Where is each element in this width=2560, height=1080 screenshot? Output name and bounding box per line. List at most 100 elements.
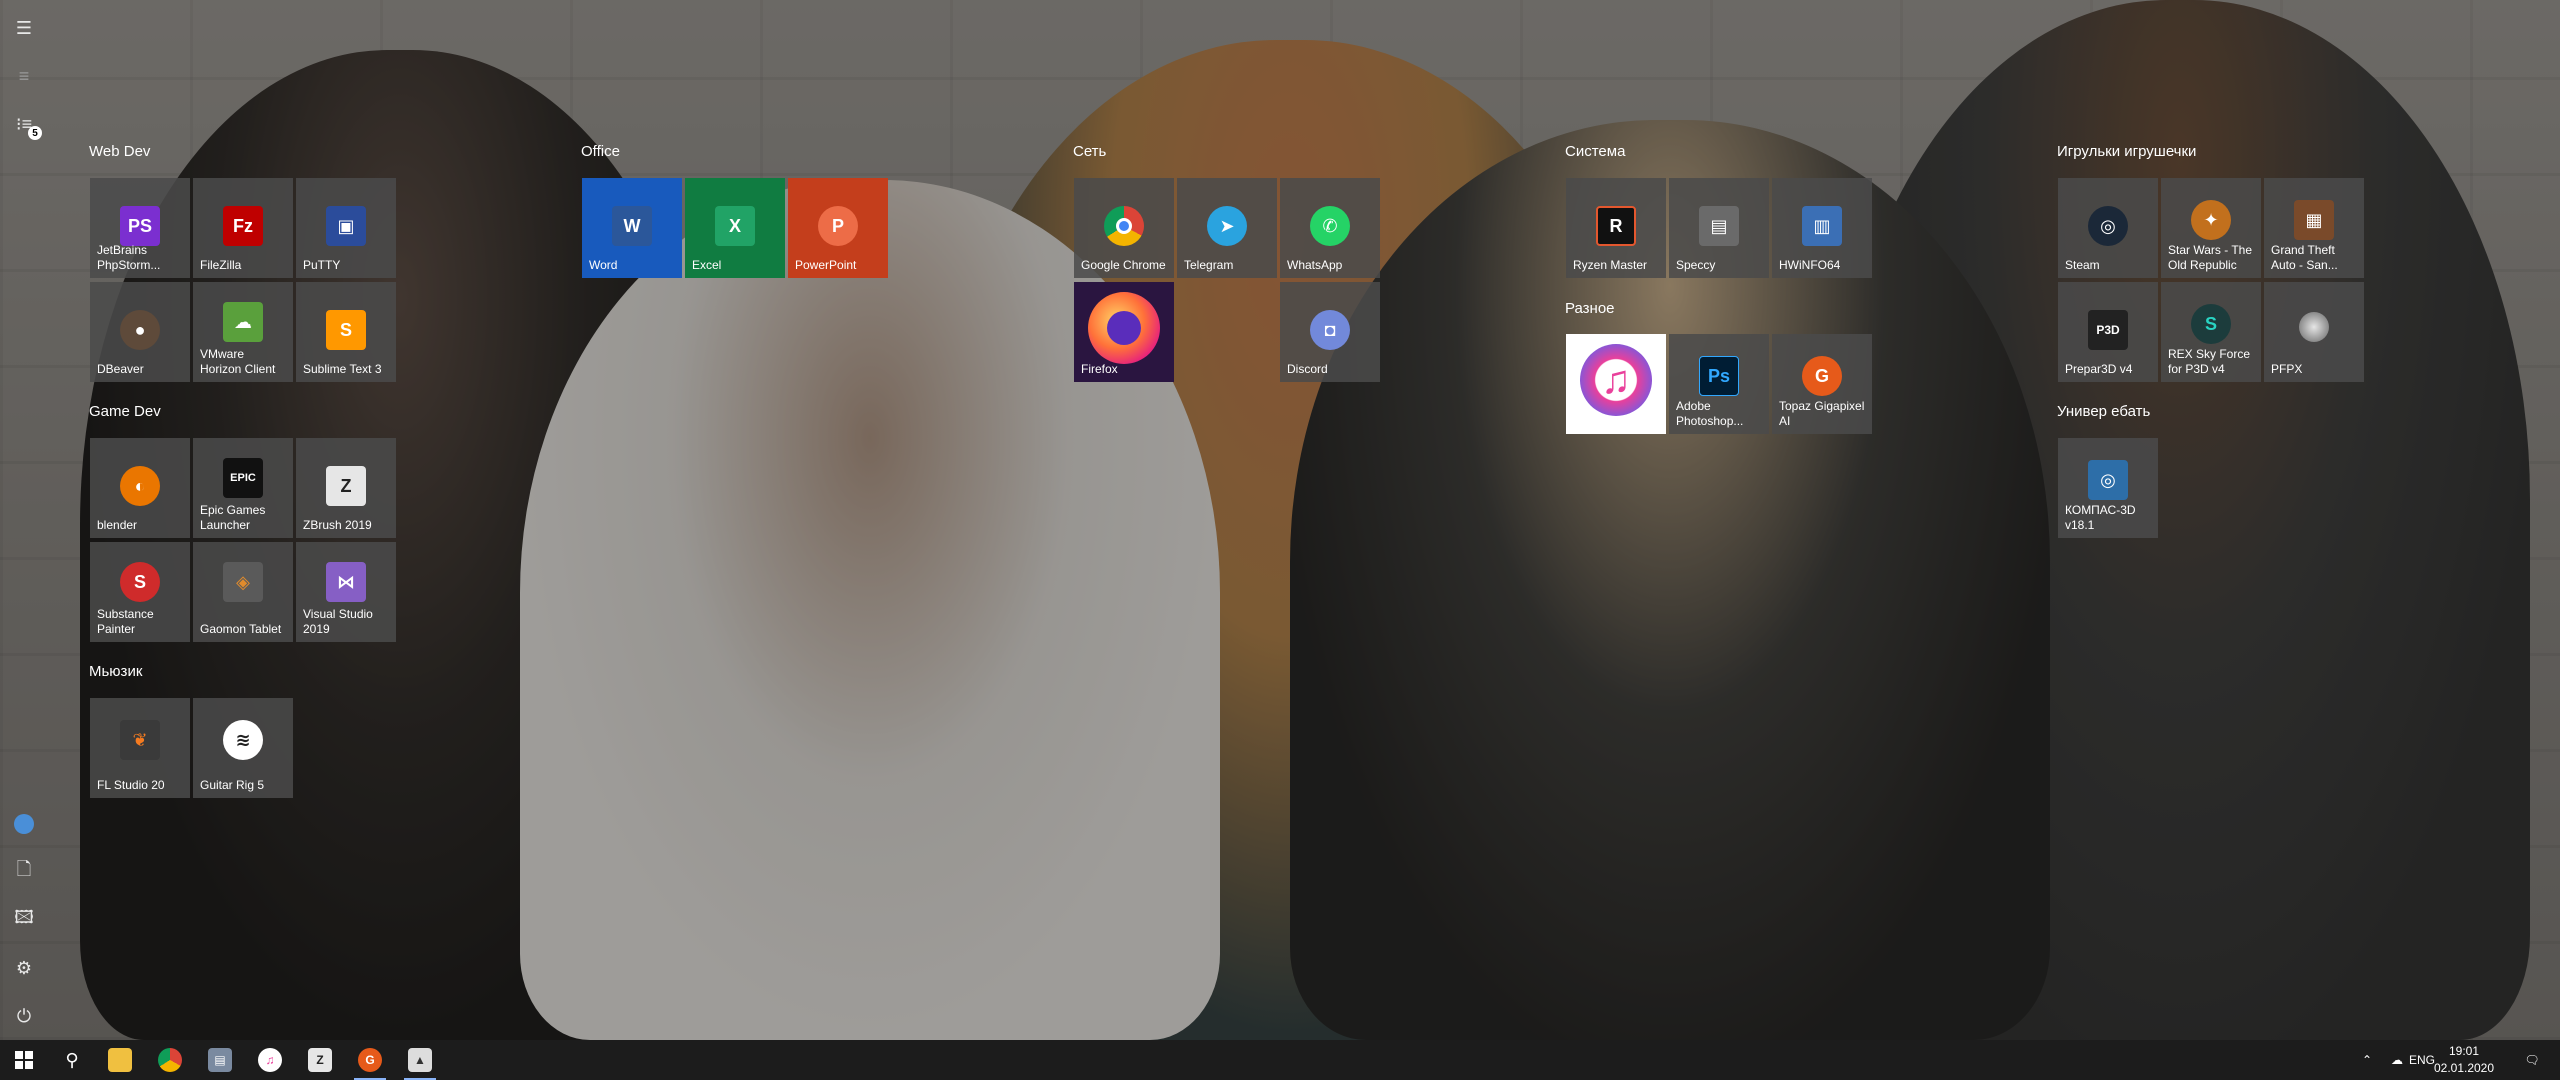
tile-sublime-text[interactable]: S Sublime Text 3 bbox=[296, 282, 396, 382]
gta-icon: ▦ bbox=[2294, 200, 2334, 240]
group-title-gamedev[interactable]: Game Dev bbox=[89, 403, 161, 420]
group-title-system[interactable]: Система bbox=[1565, 143, 1625, 160]
hwinfo-icon: ▥ bbox=[1802, 206, 1842, 246]
firefox-icon bbox=[1088, 292, 1160, 364]
tile-whatsapp[interactable]: ✆ WhatsApp bbox=[1280, 178, 1380, 278]
tile-hwinfo64[interactable]: ▥ HWiNFO64 bbox=[1772, 178, 1872, 278]
hamburger-icon[interactable]: ☰ bbox=[4, 8, 44, 48]
tile-label: Word bbox=[589, 258, 618, 272]
pictures-icon[interactable]: 🖾 bbox=[4, 900, 44, 940]
onedrive-cloud-icon[interactable]: ☁ bbox=[2382, 1040, 2412, 1080]
tile-label: Steam bbox=[2065, 258, 2100, 272]
taskbar-topaz-gigapixel[interactable]: G bbox=[346, 1040, 394, 1080]
taskbar-photos[interactable]: ▲ bbox=[396, 1040, 444, 1080]
chrome-icon bbox=[1104, 206, 1144, 246]
zbrush-icon: Z bbox=[326, 466, 366, 506]
chevron-up-icon[interactable]: ⌃ bbox=[2352, 1040, 2382, 1080]
sublime-text-icon: S bbox=[326, 310, 366, 350]
tile-label: WhatsApp bbox=[1287, 258, 1343, 272]
tile-prepar3d[interactable]: P3D Prepar3D v4 bbox=[2058, 282, 2158, 382]
windows-start-icon[interactable] bbox=[0, 1040, 48, 1080]
tile-dbeaver[interactable]: ● DBeaver bbox=[90, 282, 190, 382]
settings-gear-icon[interactable]: ⚙ bbox=[4, 948, 44, 988]
folder-icon bbox=[108, 1048, 132, 1072]
steam-icon: ◎ bbox=[2088, 206, 2128, 246]
group-title-misc[interactable]: Разное bbox=[1565, 300, 1615, 317]
word-icon: W bbox=[612, 206, 652, 246]
search-icon[interactable]: ⚲ bbox=[48, 1040, 96, 1080]
tile-label: ZBrush 2019 bbox=[303, 518, 372, 532]
group-title-webdev[interactable]: Web Dev bbox=[89, 143, 150, 160]
tile-phpstorm[interactable]: PS JetBrains PhpStorm... bbox=[90, 178, 190, 278]
tile-gta-san-andreas[interactable]: ▦ Grand Theft Auto - San... bbox=[2264, 178, 2364, 278]
tile-word[interactable]: W Word bbox=[582, 178, 682, 278]
tile-discord[interactable]: ◘ Discord bbox=[1280, 282, 1380, 382]
excel-icon: X bbox=[715, 206, 755, 246]
swtor-icon: ✦ bbox=[2191, 200, 2231, 240]
tile-label: Grand Theft Auto - San... bbox=[2271, 243, 2338, 272]
tile-google-chrome[interactable]: Google Chrome bbox=[1074, 178, 1174, 278]
group-title-music[interactable]: Мьюзик bbox=[89, 663, 142, 680]
tile-substance-painter[interactable]: S Substance Painter bbox=[90, 542, 190, 642]
tile-ryzen-master[interactable]: R Ryzen Master bbox=[1566, 178, 1666, 278]
tile-label: Ryzen Master bbox=[1573, 258, 1648, 272]
visual-studio-icon: ⋈ bbox=[326, 562, 366, 602]
power-icon[interactable]: ⏻ bbox=[4, 996, 44, 1036]
tile-zbrush[interactable]: Z ZBrush 2019 bbox=[296, 438, 396, 538]
group-title-network[interactable]: Сеть bbox=[1073, 143, 1106, 160]
group-title-games[interactable]: Игрульки игрушечки bbox=[2057, 143, 2196, 160]
notification-center-icon[interactable]: 🗨 bbox=[2512, 1040, 2552, 1080]
tile-gaomon-tablet[interactable]: ◈ Gaomon Tablet bbox=[193, 542, 293, 642]
tile-topaz-gigapixel[interactable]: G Topaz Gigapixel AI bbox=[1772, 334, 1872, 434]
group-title-office[interactable]: Office bbox=[581, 143, 620, 160]
vmware-horizon-icon: ☁ bbox=[223, 302, 263, 342]
tile-label: Sublime Text 3 bbox=[303, 362, 382, 376]
tile-epic-games-launcher[interactable]: EPIC Epic Games Launcher bbox=[193, 438, 293, 538]
tile-adobe-photoshop[interactable]: Ps Adobe Photoshop... bbox=[1669, 334, 1769, 434]
tile-label: Epic Games Launcher bbox=[200, 503, 266, 532]
tile-vmware-horizon[interactable]: ☁ VMware Horizon Client bbox=[193, 282, 293, 382]
tile-putty[interactable]: ▣ PuTTY bbox=[296, 178, 396, 278]
taskbar-file-explorer[interactable] bbox=[96, 1040, 144, 1080]
substance-painter-icon: S bbox=[120, 562, 160, 602]
tile-label: REX Sky Force for P3D v4 bbox=[2168, 347, 2251, 376]
whatsapp-icon: ✆ bbox=[1310, 206, 1350, 246]
clock[interactable]: 19:01 02.01.2020 bbox=[2424, 1043, 2504, 1077]
tile-swtor[interactable]: ✦ Star Wars - The Old Republic bbox=[2161, 178, 2261, 278]
tile-speccy[interactable]: ▤ Speccy bbox=[1669, 178, 1769, 278]
tile-label: Google Chrome bbox=[1081, 258, 1166, 272]
group-title-univer[interactable]: Универ ебать bbox=[2057, 403, 2150, 420]
tile-guitar-rig[interactable]: ≋ Guitar Rig 5 bbox=[193, 698, 293, 798]
tile-steam[interactable]: ◎ Steam bbox=[2058, 178, 2158, 278]
tile-label: Adobe Photoshop... bbox=[1676, 399, 1744, 428]
tile-label: Topaz Gigapixel AI bbox=[1779, 399, 1865, 428]
tile-rex-sky-force[interactable]: S REX Sky Force for P3D v4 bbox=[2161, 282, 2261, 382]
speccy-icon: ▤ bbox=[1699, 206, 1739, 246]
list-icon[interactable]: ⁝≡ 5 bbox=[4, 104, 44, 144]
itunes-icon: ♫ bbox=[258, 1048, 282, 1072]
user-avatar-icon[interactable] bbox=[4, 804, 44, 844]
tile-filezilla[interactable]: Fz FileZilla bbox=[193, 178, 293, 278]
tile-itunes[interactable]: ♫ bbox=[1566, 334, 1666, 434]
taskbar-zbrush[interactable]: Z bbox=[296, 1040, 344, 1080]
phpstorm-icon: PS bbox=[120, 206, 160, 246]
tile-visual-studio[interactable]: ⋈ Visual Studio 2019 bbox=[296, 542, 396, 642]
tile-firefox[interactable]: Firefox bbox=[1074, 282, 1174, 382]
documents-icon[interactable]: 🗋 bbox=[4, 852, 44, 892]
tile-telegram[interactable]: ➤ Telegram bbox=[1177, 178, 1277, 278]
discord-icon: ◘ bbox=[1310, 310, 1350, 350]
tile-powerpoint[interactable]: P PowerPoint bbox=[788, 178, 888, 278]
tile-blender[interactable]: ◐ blender bbox=[90, 438, 190, 538]
taskbar-speccy[interactable]: ▤ bbox=[196, 1040, 244, 1080]
menu-collapsed-icon[interactable]: ≡ bbox=[4, 56, 44, 96]
taskbar-chrome[interactable] bbox=[146, 1040, 194, 1080]
tile-pfpx[interactable]: PFPX bbox=[2264, 282, 2364, 382]
kompas-3d-icon: ◎ bbox=[2088, 460, 2128, 500]
tile-label: КОМПАС-3D v18.1 bbox=[2065, 503, 2136, 532]
tile-kompas-3d[interactable]: ◎ КОМПАС-3D v18.1 bbox=[2058, 438, 2158, 538]
tile-fl-studio[interactable]: ❦ FL Studio 20 bbox=[90, 698, 190, 798]
tile-label: VMware Horizon Client bbox=[200, 347, 276, 376]
taskbar-itunes[interactable]: ♫ bbox=[246, 1040, 294, 1080]
epic-games-icon: EPIC bbox=[223, 458, 263, 498]
tile-excel[interactable]: X Excel bbox=[685, 178, 785, 278]
